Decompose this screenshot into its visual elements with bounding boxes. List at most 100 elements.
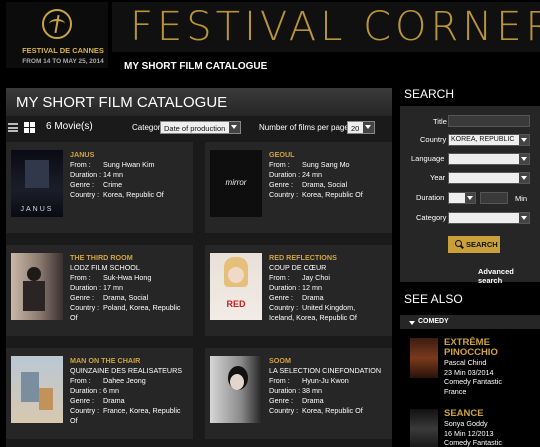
search-icon — [455, 240, 462, 247]
poster-text: JANUS — [20, 206, 54, 213]
perpage-select[interactable]: 20 — [347, 121, 375, 134]
poster-figure — [23, 281, 45, 311]
genre-label: Genre : — [269, 180, 293, 189]
film-title[interactable]: RED REFLECTIONS — [269, 253, 357, 263]
chevron-down-icon — [229, 122, 240, 133]
country-label: Country : — [269, 406, 299, 415]
poster-figure — [21, 372, 39, 402]
film-poster[interactable]: JANUS — [11, 150, 63, 217]
film-director: Jay Choi — [302, 273, 330, 282]
see-also-category-label: COMEDY — [418, 318, 449, 325]
film-country: Korea, Republic Of — [302, 190, 363, 199]
film-poster[interactable] — [11, 356, 63, 423]
genre-label: Genre : — [70, 180, 94, 189]
palm-icon — [42, 9, 72, 39]
film-card[interactable]: SOOM LA SELECTION CINEFONDATION From : H… — [205, 348, 392, 439]
chevron-down-icon — [519, 213, 529, 223]
festival-logo[interactable]: FESTIVAL DE CANNES FROM 14 TO MAY 25, 20… — [6, 2, 108, 68]
see-also-thumb[interactable] — [410, 409, 438, 447]
see-also-title-cont[interactable]: PINOCCHIO — [444, 348, 502, 358]
film-card[interactable]: mirror GEOUL From : Sung Sang Mo Duratio… — [205, 142, 392, 233]
chevron-down-icon — [519, 154, 529, 164]
from-label: From : — [70, 273, 91, 282]
see-also-item[interactable]: EXTRÊME PINOCCHIO Pascal Chind 23 Min 03… — [400, 336, 540, 398]
poster-figure — [230, 374, 244, 390]
film-card[interactable]: MAN ON THE CHAIR QUINZAINE DES REALISATE… — [6, 348, 193, 439]
category-select[interactable] — [448, 212, 530, 224]
film-country: Korea, Republic Of — [302, 406, 363, 415]
grid-view-icon[interactable] — [24, 122, 35, 133]
film-selection: LODZ FILM SCHOOL — [70, 263, 140, 272]
logo-title: FESTIVAL DE CANNES — [22, 46, 104, 55]
duration-label: Duration — [416, 193, 445, 202]
see-also-info: SEANCE Sonya Goddy 16 Min 12/2013 Comedy… — [444, 409, 502, 447]
film-director: Suk-Hwa Hong — [103, 273, 152, 282]
from-label: From : — [269, 160, 290, 169]
see-also-meta: 23 Min 03/2014 — [444, 367, 494, 377]
film-country: Korea, Republic Of — [103, 190, 164, 199]
film-country-cont: Of — [70, 313, 78, 322]
poster-figure — [39, 388, 53, 410]
duration-operator-select[interactable] — [448, 192, 476, 204]
search-button[interactable]: SEARCH — [448, 236, 500, 253]
poster-figure — [228, 267, 244, 283]
movie-count: 6 Movie(s) — [46, 121, 93, 132]
film-poster[interactable] — [11, 253, 63, 320]
film-card[interactable]: THE THIRD ROOM LODZ FILM SCHOOL From : S… — [6, 245, 193, 336]
duration-input[interactable] — [480, 192, 508, 204]
advanced-search-link[interactable]: Advanced search — [478, 267, 540, 285]
genre-label: Genre : — [269, 396, 293, 405]
see-also-category[interactable]: COMEDY — [400, 315, 540, 329]
chevron-down-icon — [519, 173, 529, 183]
country-value: KOREA, REPUBLIC — [451, 136, 515, 143]
title-input[interactable] — [448, 115, 530, 127]
search-button-label: SEARCH — [466, 240, 498, 249]
film-genre: Drama — [103, 396, 125, 405]
search-heading: SEARCH — [404, 87, 455, 101]
see-also-title[interactable]: SEANCE — [444, 409, 502, 419]
film-genre: Drama, Social — [103, 293, 149, 302]
film-title[interactable]: JANUS — [70, 150, 164, 160]
film-poster[interactable]: RED — [210, 253, 262, 320]
film-duration: 24 mn — [302, 170, 322, 179]
film-card[interactable]: RED RED REFLECTIONS COUP DE CŒUR From : … — [205, 245, 392, 336]
genre-label: Genre : — [70, 396, 94, 405]
country-label: Country : — [70, 190, 100, 199]
brand-title: FESTIVAL CORNER — [130, 4, 540, 50]
film-poster[interactable]: mirror — [210, 150, 262, 217]
see-also-director: Pascal Chind — [444, 358, 487, 367]
duration-label: Duration : — [70, 386, 102, 395]
see-also-genre: Comedy Fantastic — [444, 377, 502, 386]
page-subtitle[interactable]: MY SHORT FILM CATALOGUE — [124, 61, 267, 72]
film-genre: Drama — [302, 293, 324, 302]
categorised-select[interactable]: Date of production — [160, 121, 241, 134]
film-info: JANUS From : Sung Hwan Kim Duration : 14… — [70, 150, 164, 200]
film-title[interactable]: MAN ON THE CHAIR — [70, 356, 182, 366]
film-genre: Drama — [302, 396, 324, 405]
film-director: Hyun-Ju Kwon — [302, 376, 349, 385]
see-also-item[interactable]: SEANCE Sonya Goddy 16 Min 12/2013 Comedy… — [400, 407, 540, 447]
film-country-cont: Iceland, Korea, Republic Of — [269, 313, 357, 322]
year-select[interactable] — [448, 172, 530, 184]
film-info: SOOM LA SELECTION CINEFONDATION From : H… — [269, 356, 381, 416]
see-also-meta: 16 Min 12/2013 — [444, 428, 494, 438]
film-title[interactable]: GEOUL — [269, 150, 363, 160]
film-poster[interactable] — [210, 356, 262, 423]
film-duration: 6 mn — [103, 386, 119, 395]
language-select[interactable] — [448, 153, 530, 165]
film-selection: COUP DE CŒUR — [269, 263, 327, 272]
film-title[interactable]: THE THIRD ROOM — [70, 253, 181, 263]
genre-label: Genre : — [269, 293, 293, 302]
see-also-thumb[interactable] — [410, 338, 438, 378]
film-genre: Crime — [103, 180, 123, 189]
duration-label: Duration : — [70, 170, 102, 179]
categorised-value: Date of production — [164, 124, 226, 133]
film-genre: Drama, Social — [302, 180, 348, 189]
from-label: From : — [269, 376, 290, 385]
country-select[interactable]: KOREA, REPUBLIC — [448, 134, 530, 146]
film-duration: 14 mn — [103, 170, 123, 179]
film-title[interactable]: SOOM — [269, 356, 381, 366]
list-view-icon[interactable] — [8, 123, 18, 132]
film-card[interactable]: JANUS JANUS From : Sung Hwan Kim Duratio… — [6, 142, 193, 233]
poster-figure — [25, 160, 49, 188]
